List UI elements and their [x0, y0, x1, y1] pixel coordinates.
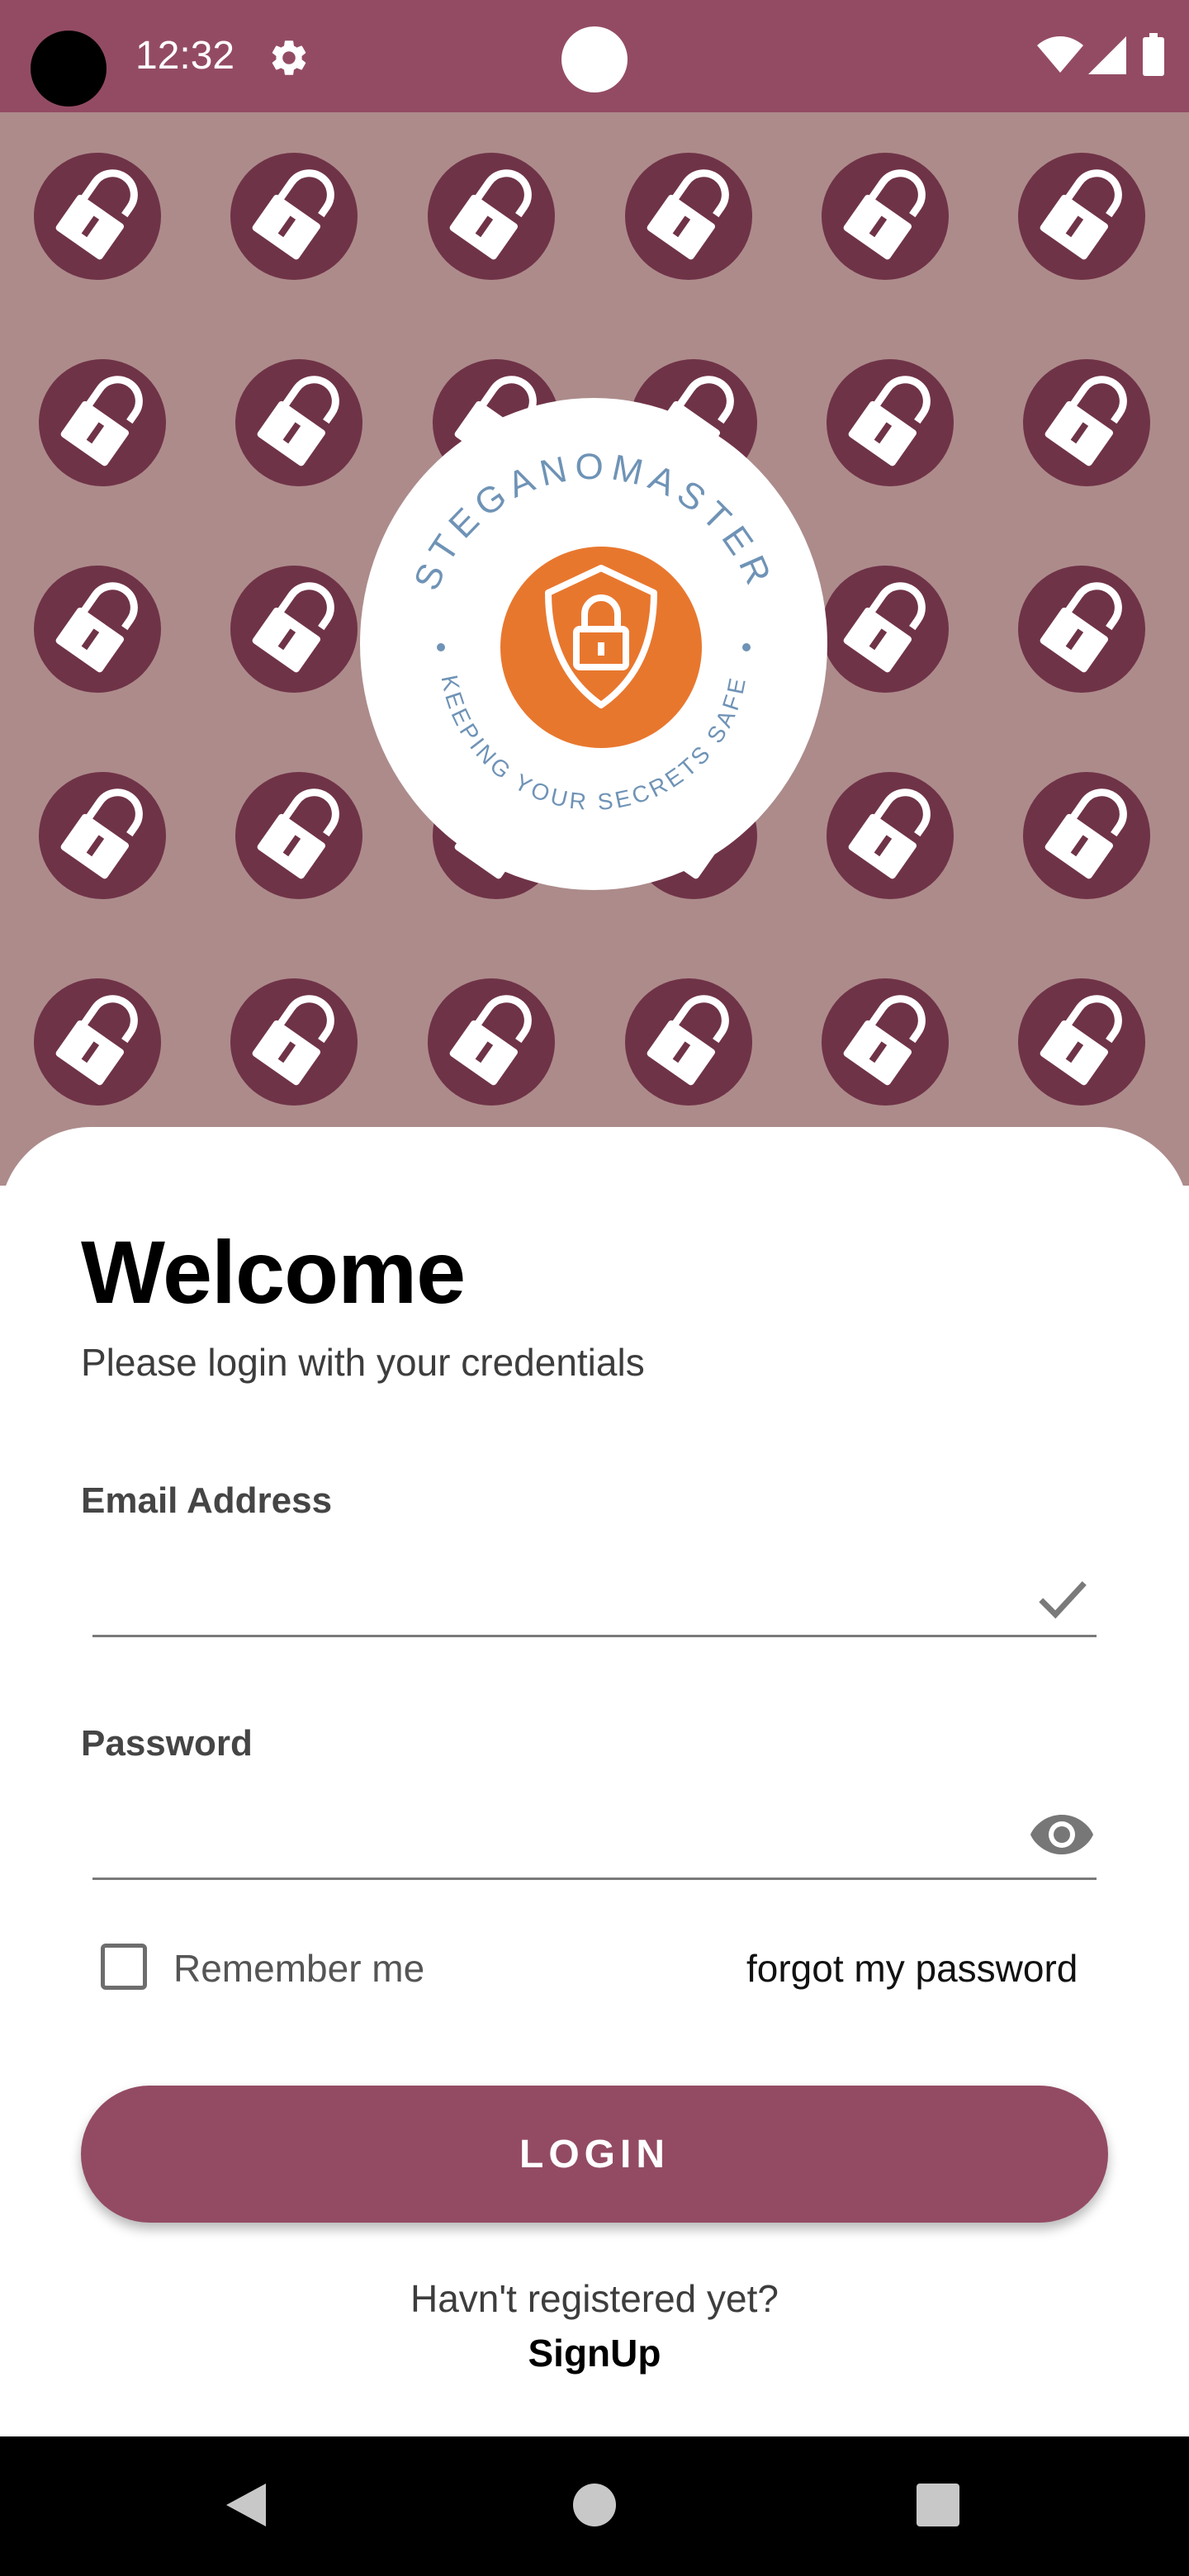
battery-icon	[1143, 33, 1164, 76]
home-icon[interactable]	[573, 2484, 616, 2526]
email-field[interactable]	[92, 1569, 1097, 1637]
status-bar: 12:32	[0, 0, 1189, 112]
login-button[interactable]: LOGIN	[81, 2086, 1108, 2223]
password-field[interactable]	[92, 1811, 1097, 1880]
wifi-icon	[1037, 36, 1083, 73]
page-title: Welcome	[81, 1222, 466, 1322]
steganomaster-logo: STEGANOMASTER KEEPING YOUR SECRETS SAFE	[360, 398, 827, 890]
check-icon	[1039, 1581, 1087, 1619]
back-icon[interactable]	[223, 2480, 269, 2530]
gear-icon	[272, 40, 306, 75]
forgot-password-link[interactable]: forgot my password	[746, 1945, 1078, 1991]
remember-me-checkbox[interactable]	[101, 1944, 147, 1990]
camera-hole	[31, 31, 107, 107]
password-label: Password	[81, 1723, 253, 1764]
signup-link[interactable]: SignUp	[0, 2330, 1189, 2376]
remember-me-label[interactable]: Remember me	[173, 1945, 424, 1991]
status-time: 12:32	[135, 34, 235, 78]
recents-icon[interactable]	[917, 2484, 959, 2526]
page-subtitle: Please login with your credentials	[81, 1341, 645, 1384]
eye-icon[interactable]	[1029, 1810, 1095, 1859]
status-notification-dot	[561, 26, 628, 92]
register-prompt: Havn't registered yet?	[410, 2277, 779, 2320]
email-label: Email Address	[81, 1480, 333, 1521]
signal-icon	[1088, 36, 1126, 74]
